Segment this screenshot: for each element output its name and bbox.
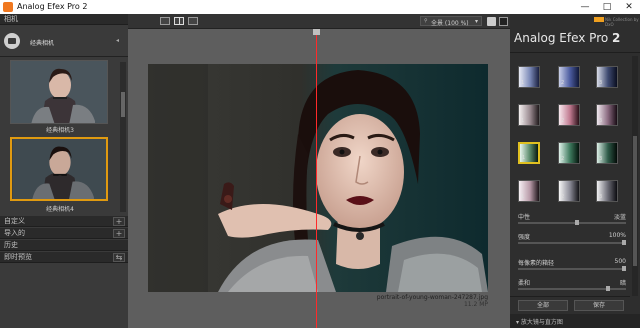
preset-swatch-7[interactable]: 1 (518, 142, 540, 164)
add-imported-button[interactable]: + (113, 229, 125, 238)
maximize-button[interactable]: □ (596, 0, 618, 14)
section-imported[interactable]: 导入的 + (0, 228, 128, 239)
section-custom[interactable]: 自定义 + (0, 216, 128, 227)
camera-header-label: 相机 (4, 15, 18, 23)
preset-swatch-number: 2 (561, 156, 565, 162)
slider-knob[interactable] (575, 220, 580, 225)
slider-value: 100% (608, 232, 626, 239)
preset-swatch-number: 3 (599, 156, 603, 162)
split-view-button[interactable] (174, 17, 184, 25)
portrait-thumbnail-image (12, 139, 106, 199)
preset-swatch-10[interactable]: 1 (518, 180, 540, 202)
preset-swatch-8[interactable]: 2 (558, 142, 580, 164)
preset-swatch-number: 1 (521, 80, 525, 86)
section-live-preview-label: 即时预览 (4, 253, 32, 261)
thumbs-scrollbar[interactable] (120, 62, 126, 212)
preset-swatch-number: 1 (521, 194, 525, 200)
slider-track[interactable] (518, 242, 626, 244)
slider-knob[interactable] (622, 266, 626, 271)
portrait-thumbnail-image (11, 61, 107, 123)
nik-logo-icon (594, 17, 604, 22)
preset-swatch-5[interactable]: 2 (558, 104, 580, 126)
file-name: portrait-of-young-woman-247287.jpg (376, 294, 488, 301)
slider-knob[interactable] (606, 286, 611, 291)
split-divider-line[interactable] (316, 29, 317, 328)
split-divider-handle[interactable] (313, 29, 320, 35)
preset-thumb-1[interactable] (10, 60, 108, 124)
preset-swatch-11[interactable]: 2 (558, 180, 580, 202)
file-size: 11.2 MP (463, 301, 488, 308)
preset-swatch-number: 2 (561, 118, 565, 124)
preset-swatch-6[interactable]: 3 (596, 104, 618, 126)
slider-label: 每像素的箱轻 (518, 260, 555, 267)
view-toolbar: ⚲ 全景 (100 %) ▾ (128, 14, 510, 29)
zoom-dropdown-icon: ▾ (475, 18, 479, 25)
preset-swatch-number: 2 (561, 80, 565, 86)
portrait-photo (148, 64, 488, 292)
preset-swatch-9[interactable]: 3 (596, 142, 618, 164)
preset-swatch-number: 3 (599, 194, 603, 200)
preset-thumb-2[interactable] (10, 137, 108, 201)
single-view-button[interactable] (160, 17, 170, 25)
preset-swatch-2[interactable]: 2 (558, 66, 580, 88)
section-history-label: 历史 (4, 241, 18, 249)
preset-swatch-number: 3 (599, 80, 603, 86)
preset-swatch-1[interactable]: 1 (518, 66, 540, 88)
zoom-label: 全景 (100 %) (431, 20, 469, 27)
apply-all-button[interactable]: 全部 (518, 300, 568, 311)
close-button[interactable]: ✕ (618, 0, 640, 14)
background-color-button[interactable] (487, 17, 496, 26)
minimize-button[interactable]: — (574, 0, 596, 14)
left-panel: 相机 经典相机 ◂ 经典相机3 经典相机4 自定义 + 导入的 + 历史 即时预… (0, 14, 128, 328)
brand-small: Nik Collection by DxO (605, 17, 639, 27)
slider-track[interactable] (518, 222, 626, 224)
preset-thumb-1-label: 经典相机3 (46, 127, 74, 134)
camera-icon (4, 33, 20, 49)
add-custom-button[interactable]: + (113, 217, 125, 226)
loupe-histogram-bar[interactable]: ▾ 放大镜与直方图 (510, 314, 640, 328)
slider-value: 暗 (619, 280, 626, 287)
preset-swatch-number: 1 (522, 155, 526, 161)
pin-icon[interactable] (499, 17, 508, 26)
right-panel: Nik Collection by DxO Analog Efex Pro 2 … (510, 14, 640, 328)
camera-section-header[interactable]: 相机 (0, 14, 128, 25)
slider-label: 柔和 (518, 280, 531, 287)
save-label: 保存 (592, 302, 605, 309)
app-name-text: Analog Efex Pro (514, 31, 609, 45)
app-icon (3, 2, 13, 12)
preset-swatch-number: 2 (561, 194, 565, 200)
live-preview-toggle-icon[interactable]: ⇆ (113, 253, 125, 262)
preset-swatch-number: 3 (599, 118, 603, 124)
preset-swatch-number: 1 (521, 118, 525, 124)
collapse-arrow-icon[interactable]: ◂ (116, 37, 119, 44)
slider-label: 强度 (518, 234, 531, 241)
section-live-preview[interactable]: 即时预览 ⇆ (0, 252, 128, 263)
preview-image[interactable] (148, 64, 488, 292)
slider-knob[interactable] (622, 240, 626, 245)
zoom-search-icon: ⚲ (424, 18, 428, 24)
loupe-histogram-label: ▾ 放大镜与直方图 (516, 319, 563, 326)
right-panel-scrollbar[interactable] (632, 56, 638, 296)
slider-value: 淡蓝 (613, 214, 626, 221)
section-custom-label: 自定义 (4, 217, 25, 225)
save-button[interactable]: 保存 (574, 300, 624, 311)
slider-value: 500 (614, 258, 626, 265)
slider-label: 中性 (518, 214, 531, 221)
app-version: 2 (612, 31, 621, 45)
preset-thumb-2-label: 经典相机4 (46, 206, 74, 213)
preset-swatch-12[interactable]: 3 (596, 180, 618, 202)
window-title: Analog Efex Pro 2 (17, 2, 88, 11)
title-bar: Analog Efex Pro 2 — □ ✕ (0, 0, 640, 14)
side-by-side-button[interactable] (188, 17, 198, 25)
app-name: Analog Efex Pro 2 (514, 31, 620, 45)
apply-all-label: 全部 (536, 302, 549, 309)
zoom-select[interactable]: ⚲ 全景 (100 %) ▾ (420, 16, 482, 27)
section-imported-label: 导入的 (4, 229, 25, 237)
preset-swatch-3[interactable]: 3 (596, 66, 618, 88)
category-label: 经典相机 (30, 40, 55, 47)
slider-track[interactable] (518, 268, 626, 270)
section-history[interactable]: 历史 (0, 240, 128, 251)
preset-swatch-4[interactable]: 1 (518, 104, 540, 126)
